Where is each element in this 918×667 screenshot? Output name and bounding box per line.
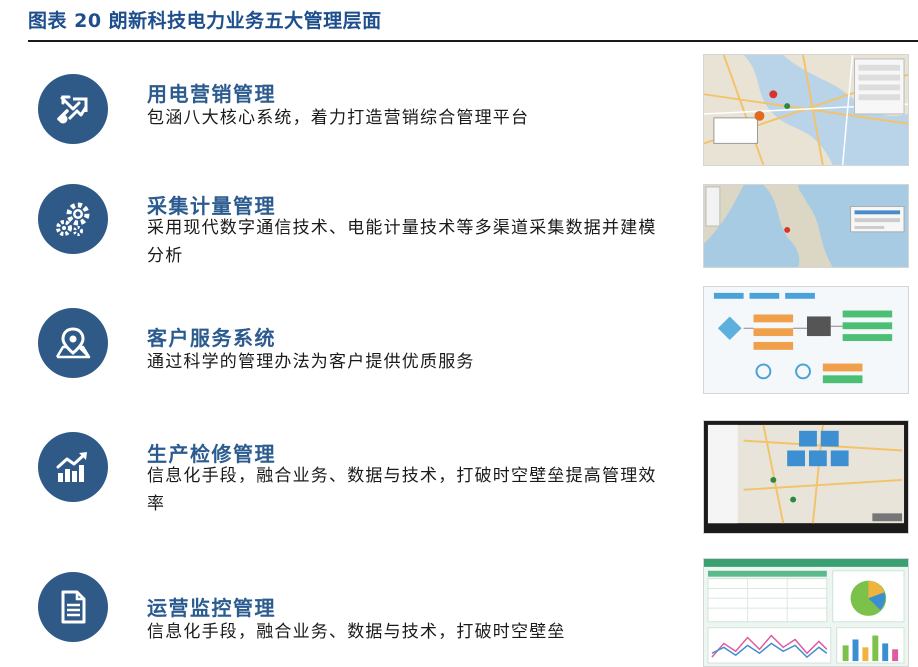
section-marketing: 用电营销管理 包涵八大核心系统，着力打造营销综合管理平台 xyxy=(0,46,918,166)
gears-icon xyxy=(38,184,108,254)
marketing-map-screenshot xyxy=(703,54,909,166)
section-description: 通过科学的管理办法为客户提供优质服务 xyxy=(147,352,475,372)
section-metering: 采集计量管理 采用现代数字通信技术、电能计量技术等多渠道采集数据并建模分析 xyxy=(0,156,918,268)
customer-service-diagram-screenshot xyxy=(703,286,909,394)
share-arrows-icon xyxy=(38,74,108,144)
document-icon xyxy=(38,572,108,642)
map-pin-icon xyxy=(38,308,108,378)
maintenance-tablet-screenshot xyxy=(703,420,909,534)
section-maintenance: 生产检修管理 信息化手段，融合业务、数据与技术，打破时空壁垒提高管理效率 xyxy=(0,406,918,534)
operations-dashboard-screenshot xyxy=(703,558,909,667)
section-customer-service: 客户服务系统 通过科学的管理办法为客户提供优质服务 xyxy=(0,280,918,394)
section-operations: 运营监控管理 信息化手段，融合业务、数据与技术，打破时空壁垒 xyxy=(0,548,918,667)
section-title: 客户服务系统 xyxy=(147,326,276,350)
metering-map-screenshot xyxy=(703,184,909,268)
page-title: 图表 20 朗新科技电力业务五大管理层面 xyxy=(28,10,382,32)
section-description: 信息化手段，融合业务、数据与技术，打破时空壁垒提高管理效率 xyxy=(147,466,657,514)
title-divider xyxy=(28,40,918,42)
section-description: 信息化手段，融合业务、数据与技术，打破时空壁垒 xyxy=(147,622,566,642)
section-description: 包涵八大核心系统，着力打造营销综合管理平台 xyxy=(147,108,530,128)
section-description: 采用现代数字通信技术、电能计量技术等多渠道采集数据并建模分析 xyxy=(147,218,657,266)
section-title: 用电营销管理 xyxy=(147,82,276,106)
bar-chart-trend-icon xyxy=(38,432,108,502)
section-title: 运营监控管理 xyxy=(147,596,276,620)
